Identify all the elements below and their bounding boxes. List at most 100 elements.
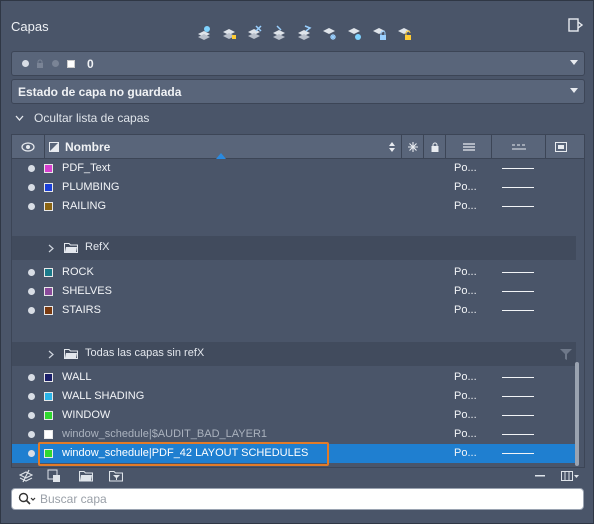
lock-icon[interactable] xyxy=(369,23,389,43)
selection-highlight-box xyxy=(38,442,329,466)
search-box[interactable] xyxy=(11,488,584,510)
linetype-sample[interactable] xyxy=(502,415,534,416)
layer-name: window_schedule|$AUDIT_BAD_LAYER1 xyxy=(62,428,268,440)
new-filter-folder-icon[interactable] xyxy=(107,467,125,485)
table-header: Nombre xyxy=(12,135,584,159)
table-row[interactable]: WINDOW Po... xyxy=(12,406,576,425)
column-freeze[interactable] xyxy=(402,135,424,159)
column-settings[interactable] xyxy=(546,135,576,159)
visibility-toggle[interactable] xyxy=(28,374,35,381)
plot-style: Po... xyxy=(454,390,477,402)
folder-icon xyxy=(64,242,78,253)
viewport-icon xyxy=(555,142,567,152)
linetype-sample[interactable] xyxy=(502,377,534,378)
collapse-label: Ocultar lista de capas xyxy=(34,111,150,125)
table-row[interactable]: RAILING Po... xyxy=(12,197,576,216)
plot-style: Po... xyxy=(454,428,477,440)
layer-name: STAIRS xyxy=(62,304,101,316)
visibility-toggle[interactable] xyxy=(28,307,35,314)
color-swatch[interactable] xyxy=(44,164,53,173)
color-swatch[interactable] xyxy=(44,392,53,401)
linetype-sample[interactable] xyxy=(502,453,534,454)
group-all-layers[interactable]: Todas las capas sin refX xyxy=(12,342,576,366)
table-row[interactable]: PLUMBING Po... xyxy=(12,178,576,197)
dock-panel-icon[interactable] xyxy=(567,17,584,33)
isolate-icon[interactable] xyxy=(344,23,364,43)
linetype-sample[interactable] xyxy=(502,434,534,435)
delete-layer-icon[interactable] xyxy=(244,23,264,43)
layer-properties-icon[interactable] xyxy=(17,467,35,485)
plot-style: Po... xyxy=(454,304,477,316)
column-linetype[interactable] xyxy=(492,135,546,159)
layer-settings-icon[interactable] xyxy=(45,467,63,485)
linetype-sample[interactable] xyxy=(502,310,534,311)
visibility-dot-icon xyxy=(22,60,29,67)
color-swatch[interactable] xyxy=(44,202,53,211)
color-swatch xyxy=(67,59,75,68)
color-column-icon xyxy=(49,142,59,152)
layer-walk-icon[interactable] xyxy=(294,23,314,43)
new-layer-icon[interactable] xyxy=(194,23,214,43)
layer-state-dropdown[interactable]: Estado de capa no guardada xyxy=(11,79,585,104)
column-name[interactable]: Nombre xyxy=(45,135,402,159)
table-row[interactable]: PDF_Text Po... xyxy=(12,159,576,178)
visibility-toggle[interactable] xyxy=(28,412,35,419)
table-row[interactable]: WALL SHADING Po... xyxy=(12,387,576,406)
color-swatch[interactable] xyxy=(44,411,53,420)
layer-name: SHELVES xyxy=(62,285,112,297)
layer-name: PDF_Text xyxy=(62,162,111,174)
color-swatch[interactable] xyxy=(44,373,53,382)
minus-icon[interactable] xyxy=(531,467,549,485)
scrollbar-thumb[interactable] xyxy=(575,362,579,466)
layer-toolbar xyxy=(194,23,414,43)
color-swatch[interactable] xyxy=(44,306,53,315)
layer-name: WINDOW xyxy=(62,409,111,421)
table-row[interactable]: SHELVES Po... xyxy=(12,282,576,301)
unlock-icon[interactable] xyxy=(394,23,414,43)
color-swatch[interactable] xyxy=(44,430,53,439)
search-icon xyxy=(18,492,36,505)
search-input[interactable] xyxy=(40,491,570,507)
linetype-sample[interactable] xyxy=(502,168,534,169)
visibility-toggle[interactable] xyxy=(28,431,35,438)
collapse-layer-list[interactable]: Ocultar lista de capas xyxy=(15,111,149,125)
group-label: RefX xyxy=(85,241,110,253)
set-current-icon[interactable] xyxy=(269,23,289,43)
table-row[interactable]: STAIRS Po... xyxy=(12,301,576,320)
table-row[interactable]: WALL Po... xyxy=(12,368,576,387)
table-row[interactable]: ROCK Po... xyxy=(12,263,576,282)
visibility-toggle[interactable] xyxy=(28,288,35,295)
visibility-toggle[interactable] xyxy=(28,269,35,276)
linetype-sample[interactable] xyxy=(502,396,534,397)
visibility-toggle[interactable] xyxy=(28,165,35,172)
linetype-sample[interactable] xyxy=(502,206,534,207)
color-swatch[interactable] xyxy=(44,287,53,296)
visibility-toggle[interactable] xyxy=(28,184,35,191)
column-lineweight[interactable] xyxy=(446,135,492,159)
chevron-right-icon xyxy=(48,244,54,253)
column-lock[interactable] xyxy=(424,135,446,159)
lock-icon xyxy=(431,142,438,152)
new-group-folder-icon[interactable] xyxy=(77,467,95,485)
freeze-icon[interactable] xyxy=(319,23,339,43)
column-visibility[interactable] xyxy=(12,135,45,159)
linetype-sample[interactable] xyxy=(502,187,534,188)
linetype-sample[interactable] xyxy=(502,272,534,273)
plot-style: Po... xyxy=(454,371,477,383)
visibility-toggle[interactable] xyxy=(28,393,35,400)
plot-style: Po... xyxy=(454,409,477,421)
snowflake-icon xyxy=(407,142,418,152)
lock-icon xyxy=(37,59,43,68)
linetype-sample[interactable] xyxy=(502,291,534,292)
visibility-toggle[interactable] xyxy=(28,450,35,457)
column-name-label: Nombre xyxy=(65,140,111,154)
new-layer-vp-frozen-icon[interactable] xyxy=(219,23,239,43)
column-chooser-icon[interactable] xyxy=(559,467,581,485)
color-swatch[interactable] xyxy=(44,183,53,192)
group-refx[interactable]: RefX xyxy=(12,236,576,260)
color-swatch[interactable] xyxy=(44,268,53,277)
filter-icon[interactable] xyxy=(560,349,572,360)
current-layer-dropdown[interactable]: 0 xyxy=(11,51,585,76)
layer-state-value: Estado de capa no guardada xyxy=(18,84,182,99)
visibility-toggle[interactable] xyxy=(28,203,35,210)
